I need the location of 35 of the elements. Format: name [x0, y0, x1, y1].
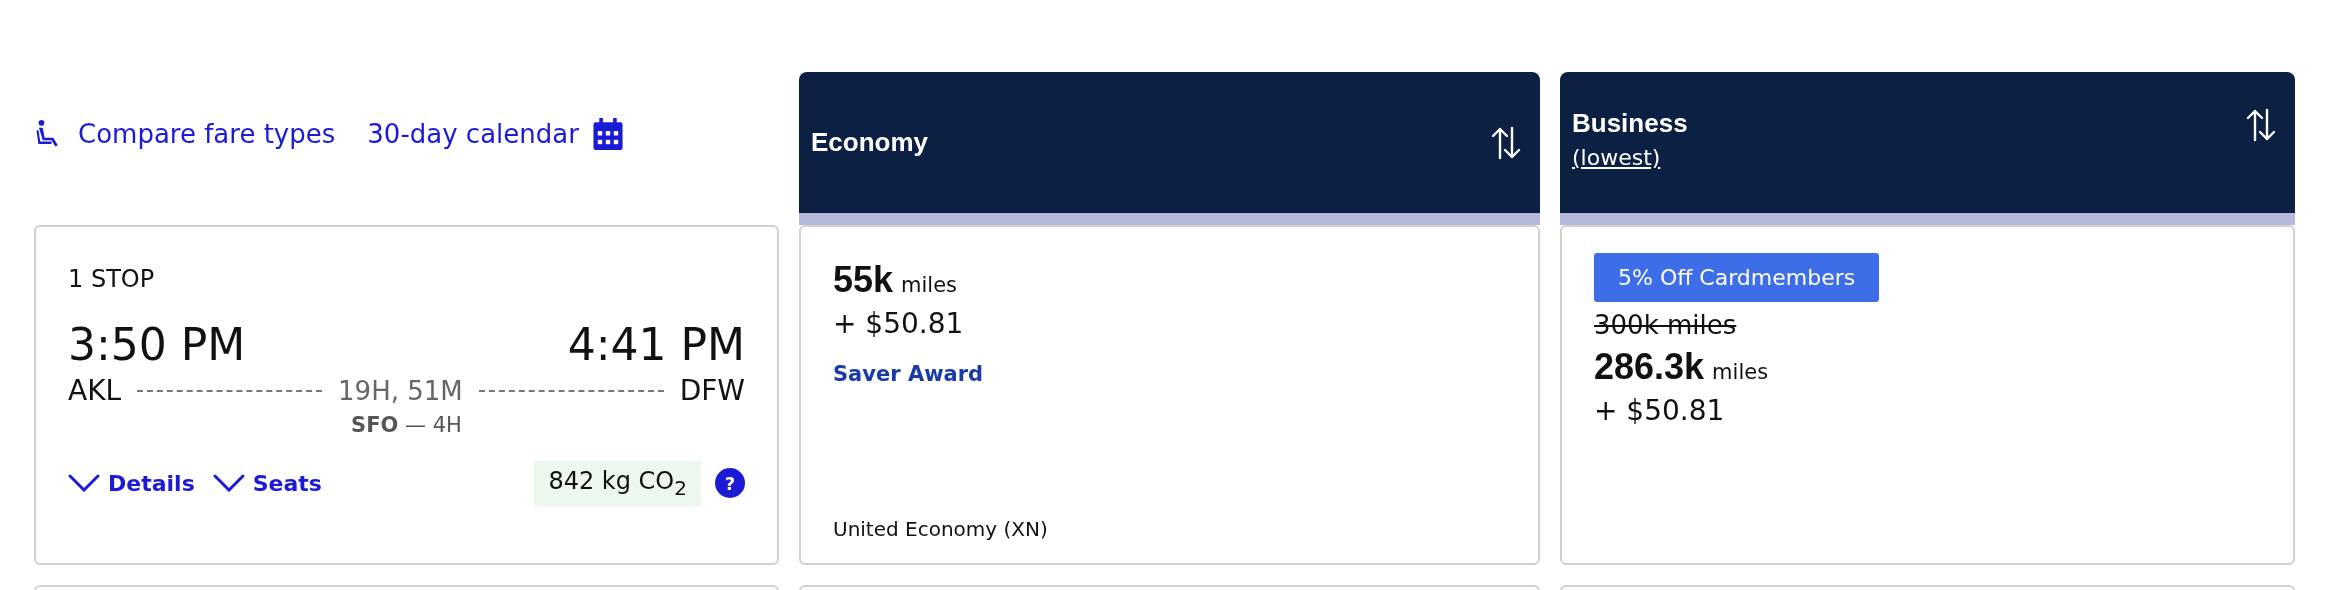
- miles-price: 55k: [833, 259, 894, 301]
- lowest-link[interactable]: (lowest): [1572, 145, 1688, 170]
- column-title: Economy: [811, 127, 929, 158]
- emissions-badge: 842 kg CO$_{2}$: [534, 461, 701, 506]
- sort-icon[interactable]: [1490, 125, 1522, 160]
- column-title: Business: [1572, 108, 1688, 139]
- original-price: 300k miles: [1594, 310, 1737, 340]
- fare-card[interactable]: 55k miles + $50.81 Saver Award United Economy (XN): [799, 225, 1540, 565]
- fees-price: + $50.81: [833, 307, 964, 340]
- details-toggle[interactable]: Details: [68, 470, 195, 496]
- depart-time: 3:50 PM: [68, 319, 246, 370]
- miles-unit: miles: [1712, 360, 1769, 384]
- destination-code: DFW: [679, 374, 745, 407]
- column-header[interactable]: Business (lowest): [1560, 72, 2295, 225]
- seats-toggle[interactable]: Seats: [212, 470, 322, 496]
- layover-label: SFO — 4H: [351, 413, 462, 437]
- arrive-time: 4:41 PM: [567, 319, 745, 370]
- duration-label: 19H, 51M: [338, 375, 463, 406]
- origin-code: AKL: [68, 374, 122, 407]
- stops-label: 1 STOP: [68, 265, 156, 293]
- fare-card[interactable]: 5% Off Cardmembers 300k miles 286.3k miles + $50.81: [1560, 225, 2295, 565]
- compare-link[interactable]: Compare fare types: [34, 118, 336, 149]
- fees-price: + $50.81: [1594, 394, 1725, 427]
- help-button[interactable]: ?: [715, 468, 745, 499]
- calendar-icon: [592, 117, 623, 150]
- chevron-down-icon: [68, 474, 100, 493]
- column-header[interactable]: Economy: [799, 72, 1540, 225]
- chevron-down-icon: [212, 474, 245, 493]
- award-type-link[interactable]: Saver Award: [833, 362, 984, 386]
- calendar-link[interactable]: 30-day calendar: [367, 117, 623, 150]
- miles-unit: miles: [901, 273, 958, 297]
- fare-class: United Economy (XN): [833, 517, 1048, 541]
- miles-price: 286.3k: [1594, 346, 1705, 388]
- sort-icon[interactable]: [2245, 108, 2277, 142]
- discount-badge: 5% Off Cardmembers: [1594, 253, 1880, 302]
